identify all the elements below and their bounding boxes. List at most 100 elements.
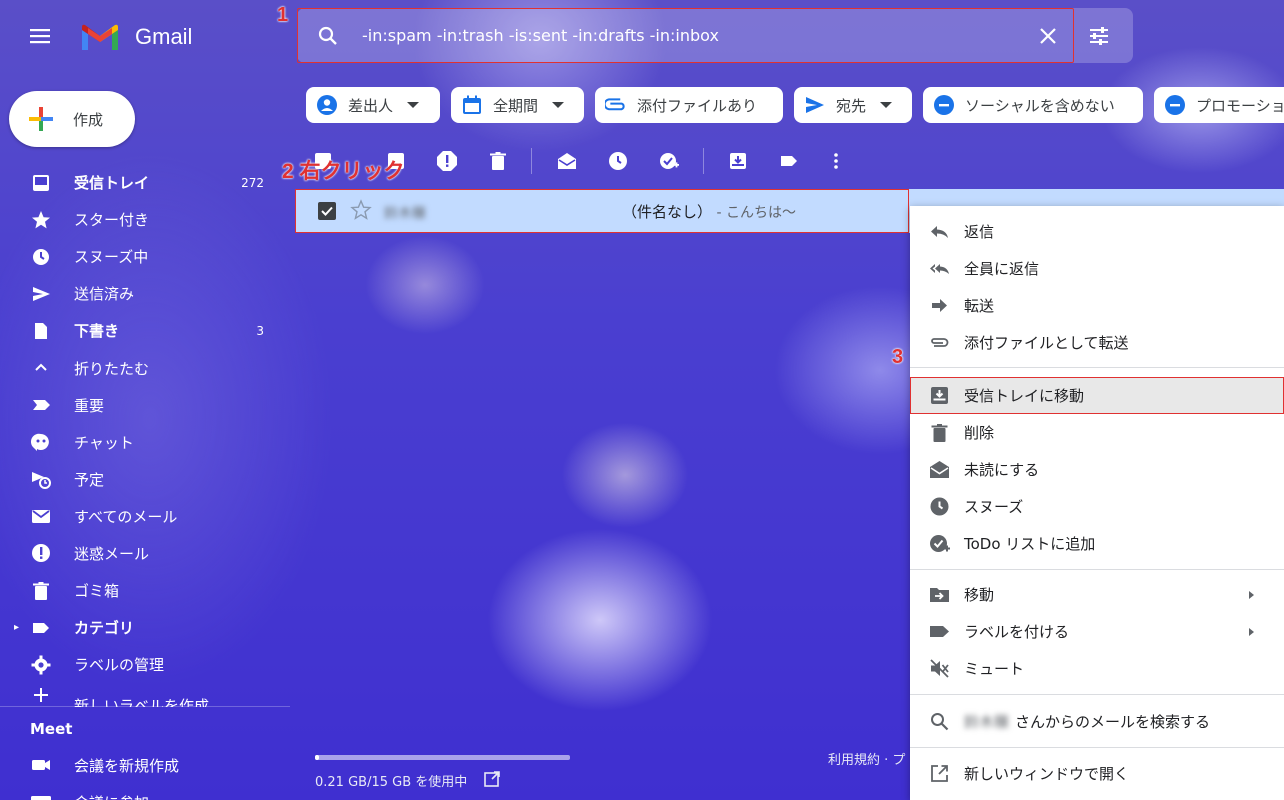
toolbar-divider <box>703 148 704 174</box>
sidebar-item-spam[interactable]: 迷惑メール <box>0 535 290 572</box>
mute-icon <box>930 659 949 678</box>
menu-reply-all[interactable]: 全員に返信 <box>910 250 1284 287</box>
dropdown-arrow-icon <box>407 102 420 108</box>
app-name: Gmail <box>135 24 193 49</box>
mail-icon <box>30 505 52 527</box>
reply-all-icon <box>930 264 949 274</box>
menu-forward-as-attachment[interactable]: 添付ファイルとして転送 <box>910 324 1284 361</box>
snooze-icon[interactable] <box>607 150 629 172</box>
annotation-step-2: 2 右クリック <box>282 160 405 183</box>
move-to-inbox-icon[interactable] <box>727 150 749 172</box>
gmail-m-icon <box>82 24 118 50</box>
open-in-new-icon <box>931 765 948 782</box>
chip-date[interactable]: 全期間 <box>451 87 584 123</box>
sidebar-item-sent[interactable]: 送信済み <box>0 275 290 312</box>
reply-icon <box>931 226 948 238</box>
sidebar-item-inbox[interactable]: 受信トレイ 272 <box>0 164 290 201</box>
menu-search-from-sender[interactable]: 鈴木穣 さんからのメールを検索する <box>910 703 1284 740</box>
footer-links[interactable]: 利用規約 · プ <box>828 749 905 768</box>
main-menu-icon[interactable] <box>27 24 55 48</box>
sidebar-item-important[interactable]: 重要 <box>0 387 290 424</box>
menu-open-new-window[interactable]: 新しいウィンドウで開く <box>910 755 1284 792</box>
dropdown-arrow-icon <box>552 102 565 108</box>
move-to-inbox-icon <box>931 387 948 404</box>
sidebar-item-manage-labels[interactable]: ラベルの管理 <box>0 646 290 683</box>
delete-icon[interactable] <box>487 150 509 172</box>
star-icon <box>30 209 52 231</box>
report-spam-icon[interactable] <box>436 150 458 172</box>
sidebar-item-starred[interactable]: スター付き <box>0 201 290 238</box>
storage-bar <box>315 755 570 760</box>
menu-divider <box>910 747 1284 748</box>
add-task-icon <box>930 535 950 552</box>
sidebar-item-snoozed[interactable]: スヌーズ中 <box>0 238 290 275</box>
clock-icon <box>30 246 52 268</box>
menu-move-to[interactable]: 移動 <box>910 576 1284 613</box>
menu-add-to-tasks[interactable]: ToDo リストに追加 <box>910 525 1284 562</box>
search-input[interactable]: -in:spam -in:trash -is:sent -in:drafts -… <box>362 26 719 45</box>
dropdown-arrow-icon <box>880 102 893 108</box>
mark-unread-icon[interactable] <box>556 150 578 172</box>
email-subject-line: （件名なし） - こんちは〜 <box>622 201 796 222</box>
sidebar-item-scheduled[interactable]: 予定 <box>0 461 290 498</box>
context-menu: 返信 全員に返信 転送 添付ファイルとして転送 受信トレイに移動 削除 未読にす… <box>910 206 1284 800</box>
menu-mark-unread[interactable]: 未読にする <box>910 451 1284 488</box>
send-icon <box>806 97 824 113</box>
chip-exclude-social[interactable]: ソーシャルを含めない <box>923 87 1143 123</box>
sidebar-divider <box>0 706 290 707</box>
toolbar-divider <box>531 148 532 174</box>
label-icon[interactable] <box>778 150 800 172</box>
menu-reply[interactable]: 返信 <box>910 213 1284 250</box>
calendar-icon <box>463 95 481 114</box>
meet-section-title: Meet <box>30 720 73 738</box>
scheduled-icon <box>30 468 52 490</box>
open-in-new-icon[interactable] <box>483 770 501 788</box>
compose-button[interactable]: 作成 <box>9 91 135 147</box>
annotation-step-1: 1 <box>277 4 289 26</box>
sidebar-item-chat[interactable]: チャット <box>0 424 290 461</box>
draft-count: 3 <box>256 323 264 338</box>
more-options-icon[interactable] <box>825 150 847 172</box>
sidebar-item-create-label[interactable]: 新しいラベルを作成 <box>0 683 290 707</box>
search-options-icon[interactable] <box>1087 24 1111 48</box>
submenu-arrow-icon <box>1249 590 1254 599</box>
chip-to[interactable]: 宛先 <box>794 87 912 123</box>
storage-fill <box>315 755 319 760</box>
chip-has-attachment[interactable]: 添付ファイルあり <box>595 87 783 123</box>
important-icon <box>30 394 52 416</box>
trash-icon <box>931 424 948 442</box>
gmail-logo[interactable]: Gmail <box>79 22 192 52</box>
mark-unread-icon <box>930 461 949 478</box>
row-checkbox[interactable] <box>318 202 336 220</box>
email-subject: （件名なし） <box>622 203 713 221</box>
menu-label-as[interactable]: ラベルを付ける <box>910 613 1284 650</box>
plus-icon <box>29 107 53 131</box>
menu-divider <box>910 694 1284 695</box>
meet-new-meeting[interactable]: 会議を新規作成 <box>0 747 290 783</box>
meet-join-meeting[interactable]: 会議に参加 <box>0 784 290 800</box>
search-icon[interactable] <box>316 24 340 48</box>
inbox-icon <box>30 172 52 194</box>
chip-exclude-promotions[interactable]: プロモーション <box>1154 87 1284 123</box>
row-star-icon[interactable] <box>350 199 372 221</box>
annotation-step-3: 3 <box>892 346 904 368</box>
sidebar-item-collapse[interactable]: 折りたたむ <box>0 349 290 386</box>
menu-delete[interactable]: 削除 <box>910 414 1284 451</box>
add-task-icon[interactable] <box>658 150 680 172</box>
sidebar-item-drafts[interactable]: 下書き 3 <box>0 312 290 349</box>
clear-search-icon[interactable] <box>1036 24 1060 48</box>
sidebar-item-all-mail[interactable]: すべてのメール <box>0 498 290 535</box>
menu-forward[interactable]: 転送 <box>910 287 1284 324</box>
person-icon <box>317 95 337 115</box>
menu-mute[interactable]: ミュート <box>910 650 1284 687</box>
check-icon <box>321 206 333 216</box>
expand-caret-icon[interactable]: ▸ <box>14 622 19 633</box>
sidebar-item-categories[interactable]: ▸ カテゴリ <box>0 609 290 646</box>
sidebar-item-trash[interactable]: ゴミ箱 <box>0 572 290 609</box>
unread-count: 272 <box>241 175 264 190</box>
menu-snooze[interactable]: スヌーズ <box>910 488 1284 525</box>
chip-from[interactable]: 差出人 <box>306 87 440 123</box>
menu-move-to-inbox[interactable]: 受信トレイに移動 <box>910 377 1284 414</box>
label-icon <box>930 626 949 637</box>
forward-icon <box>932 299 947 312</box>
